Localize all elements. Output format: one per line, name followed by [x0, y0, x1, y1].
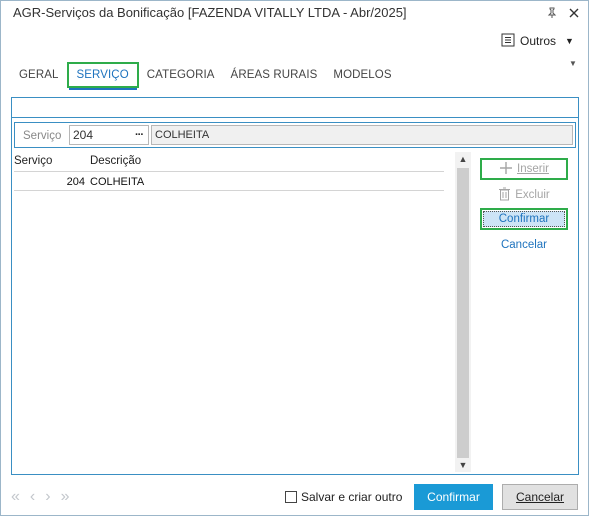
scrollbar-thumb[interactable]	[457, 168, 469, 458]
scroll-up-icon[interactable]: ▲	[455, 152, 471, 166]
last-record-icon[interactable]: »	[61, 488, 70, 506]
confirmar-row-button[interactable]: Confirmar	[480, 208, 568, 230]
outros-menu-button[interactable]: Outros ▼	[501, 32, 574, 50]
cancelar-row-button[interactable]: Cancelar	[480, 234, 568, 256]
servico-code-input[interactable]: 204 ···	[69, 125, 149, 145]
confirm-button[interactable]: Confirmar	[414, 484, 493, 510]
servico-panel: Serviço 204 ··· COLHEITA Serviço Descriç…	[11, 97, 579, 475]
menu-list-icon	[501, 33, 515, 50]
save-and-create-option[interactable]: Salvar e criar outro	[285, 490, 402, 504]
cancel-button[interactable]: Cancelar	[502, 484, 578, 510]
table-row[interactable]: 204 COLHEITA	[14, 173, 444, 191]
window-title: AGR-Serviços da Bonificação [FAZENDA VIT…	[13, 5, 407, 20]
servico-code-value: 204	[73, 128, 94, 142]
column-header-descricao[interactable]: Descrição	[90, 155, 141, 167]
confirmar-row-label: Confirmar	[483, 211, 565, 227]
outros-label: Outros	[520, 34, 557, 48]
close-icon[interactable]	[565, 4, 583, 22]
dialog-window: AGR-Serviços da Bonificação [FAZENDA VIT…	[0, 0, 589, 516]
tab-categoria[interactable]: CATEGORIA	[139, 62, 223, 88]
cancel-button-label: Cancelar	[515, 490, 565, 504]
save-and-create-checkbox[interactable]	[285, 491, 297, 503]
title-bar: AGR-Serviços da Bonificação [FAZENDA VIT…	[1, 1, 588, 27]
tab-bar: GERAL SERVIÇO CATEGORIA ÁREAS RURAIS MOD…	[11, 61, 400, 90]
cell-descricao: COLHEITA	[90, 176, 145, 188]
ellipsis-icon[interactable]: ···	[130, 129, 148, 141]
record-navigation: « ‹ › »	[11, 488, 69, 506]
trash-icon	[498, 187, 511, 204]
previous-record-icon[interactable]: ‹	[30, 488, 35, 506]
pin-icon[interactable]	[543, 4, 561, 22]
grid-header: Serviço Descrição	[14, 152, 444, 172]
excluir-label: Excluir	[515, 189, 550, 201]
cell-servico: 204	[66, 176, 85, 188]
next-record-icon[interactable]: ›	[45, 488, 50, 506]
tab-areas-rurais[interactable]: ÁREAS RURAIS	[223, 62, 326, 88]
inserir-label: Inserir	[517, 163, 549, 175]
servicos-grid: Serviço Descrição 204 COLHEITA	[14, 152, 444, 472]
tab-modelos[interactable]: MODELOS	[325, 62, 399, 88]
collapse-caret-icon[interactable]: ▼	[569, 59, 577, 68]
servico-description-field: COLHEITA	[151, 125, 573, 145]
first-record-icon[interactable]: «	[11, 488, 20, 506]
column-header-servico[interactable]: Serviço	[14, 155, 52, 167]
panel-header-strip	[12, 98, 578, 118]
scroll-down-icon[interactable]: ▼	[455, 458, 471, 472]
tab-servico[interactable]: SERVIÇO	[66, 62, 139, 90]
save-and-create-label: Salvar e criar outro	[301, 490, 403, 504]
excluir-button[interactable]: Excluir	[480, 184, 568, 206]
plus-icon	[499, 161, 513, 178]
servico-field-label: Serviço	[23, 130, 62, 142]
grid-scrollbar[interactable]: ▲ ▼	[455, 152, 471, 472]
inserir-button[interactable]: Inserir	[480, 158, 568, 180]
chevron-down-icon: ▼	[565, 36, 574, 46]
tab-geral[interactable]: GERAL	[11, 62, 67, 88]
dialog-footer: « ‹ › » Salvar e criar outro Confirmar C…	[1, 481, 588, 515]
servico-search-row: Serviço 204 ··· COLHEITA	[14, 122, 576, 148]
